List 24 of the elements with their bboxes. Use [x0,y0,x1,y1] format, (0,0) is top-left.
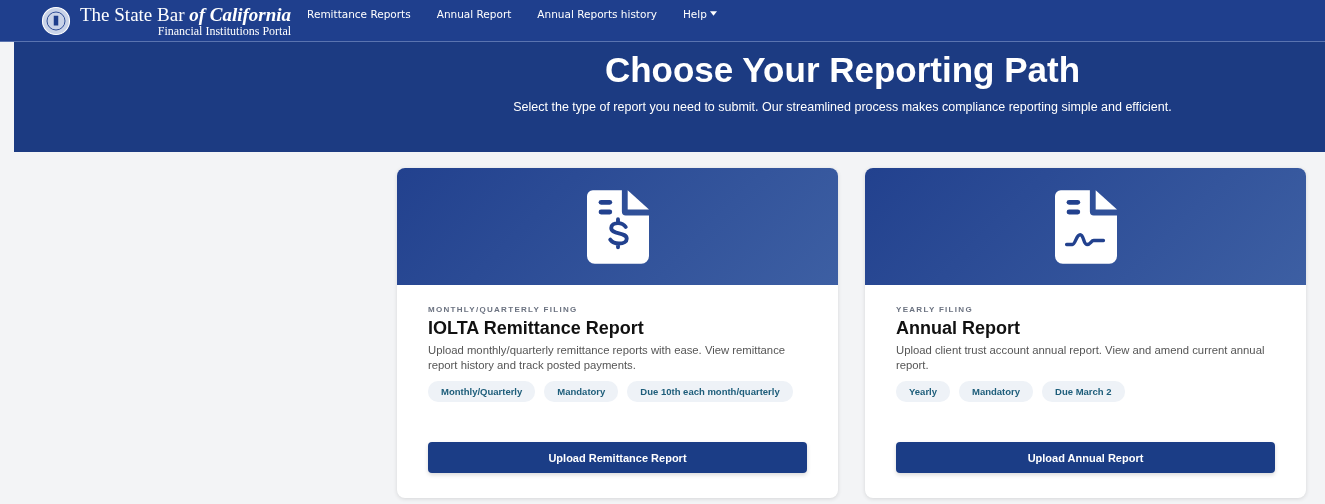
card-title: Annual Report [896,318,1021,339]
upload-button[interactable]: Upload Annual Report [896,442,1275,473]
tag: Due March 2 [1042,381,1125,402]
tag: Mandatory [959,381,1034,402]
tag: Monthly/Quarterly [428,381,536,402]
upload-button[interactable]: Upload Remittance Report [428,442,807,473]
signature-document-icon [1054,189,1117,264]
nav-link[interactable]: Annual Report [436,7,512,20]
hero-title: Choose Your Reporting Path [603,50,1082,90]
card-description: Upload monthly/quarterly remittance reports with ease. View remittance report history and track posted payments. [428,343,787,373]
nav-dropdown[interactable]: Help [682,7,717,20]
hero-subtitle: Select the type of report you need to submit. Our streamlined process makes compliance reporting simple and efficient. [512,99,1173,116]
nav-link[interactable]: Annual Reports history [537,7,657,20]
tag: Due 10th each month/quarterly [627,381,793,402]
brand-title[interactable]: The State Bar of California [80,4,292,24]
tag: Mandatory [544,381,619,402]
card-description: Upload client trust account annual report. View and amend current annual report. [896,343,1266,373]
nav-link[interactable]: Remittance Reports [307,7,411,20]
tag: Yearly [896,381,950,402]
dollar-document-icon [586,189,649,264]
brand-subtitle: Financial Institutions Portal [157,24,292,37]
filing-label: YEARLY FILING [896,305,974,314]
filing-label: MONTHLY/QUARTERLY FILING [428,305,579,314]
card-title: IOLTA Remittance Report [428,318,645,339]
